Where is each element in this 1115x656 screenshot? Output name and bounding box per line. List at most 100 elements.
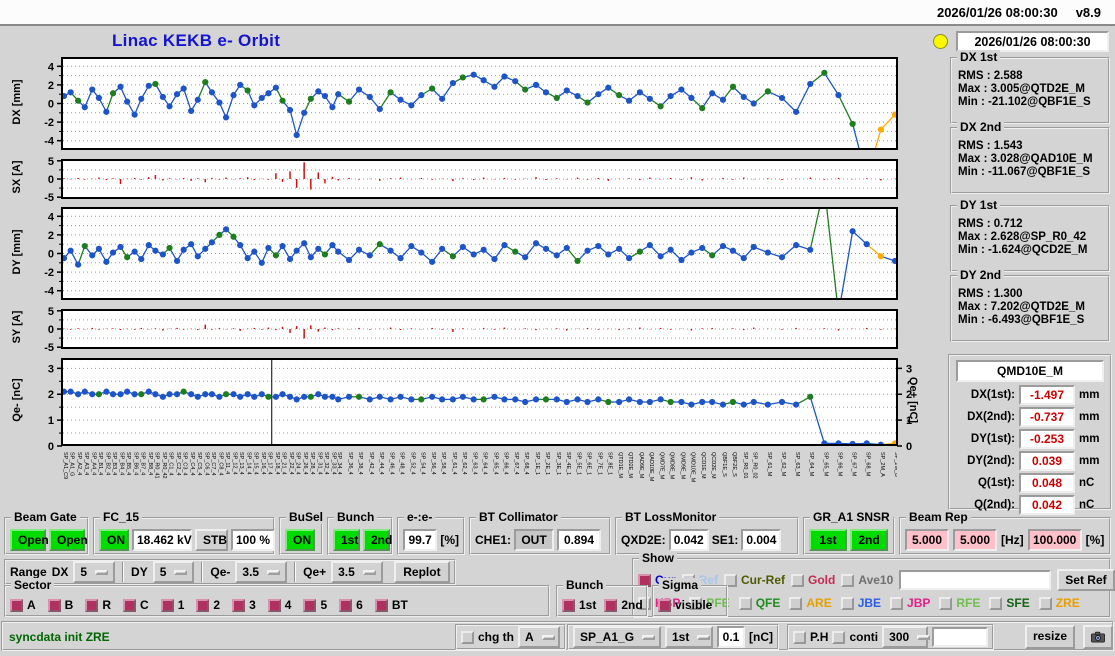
x-axis-label: SP_R0_41: [153, 452, 159, 479]
bunch-dropdown[interactable]: 1st: [665, 626, 713, 648]
fc15-on-button[interactable]: ON: [99, 528, 129, 551]
top-bar-datetime: 2026/01/26 08:00:30: [936, 4, 1058, 20]
sx-plot[interactable]: 5 0 -5: [30, 156, 950, 204]
x-axis-label: SP_6E_1: [586, 452, 592, 475]
x-axis-label: QMD7E_M: [659, 452, 665, 480]
device-dropdown[interactable]: SP_A1_G: [573, 626, 661, 648]
sector-c-checkbox[interactable]: [123, 598, 137, 612]
range-box: Range DX 5 DY 5 Qe- 3.5 Qe+ 3.5 Replot: [4, 559, 456, 585]
sector-6-label: 6: [356, 598, 363, 612]
sector-3-checkbox[interactable]: [232, 598, 246, 612]
stat-row: Max : 3.005@QTD2E_M: [958, 83, 1085, 95]
x-axis-label: SP_C1_4: [168, 452, 174, 476]
x-axis-label: SP_68_4: [523, 452, 529, 475]
bunch-1st-checkbox[interactable]: [562, 598, 575, 612]
stat-row: Min : -1.624@QCD2E_M: [958, 244, 1088, 256]
x-axis-label: SP_28_4: [309, 452, 315, 475]
beam-rep-group: Beam Rep 5.000 5.000 [Hz] 100.000 [%]: [899, 510, 1111, 555]
sector-2-label: 2: [213, 598, 221, 612]
bunch-1st-button[interactable]: 1st: [333, 528, 360, 551]
show-zre-checkbox[interactable]: [1038, 596, 1052, 610]
dx-plot[interactable]: 4 2 0 -2 -4: [30, 57, 950, 150]
show-jbe-checkbox[interactable]: [840, 596, 854, 610]
chg-th-checkbox[interactable]: [461, 630, 474, 644]
ref-file-input[interactable]: [899, 570, 1052, 590]
show-zre-label: ZRE: [1055, 596, 1080, 610]
x-axis-label: SP_34_4: [336, 452, 342, 475]
busel-on-button[interactable]: ON: [285, 528, 315, 551]
svg-text:4: 4: [48, 211, 55, 223]
sector-a-checkbox[interactable]: [10, 598, 23, 612]
chg-th-box: chg th A: [455, 624, 566, 650]
show-gold-label: Gold: [808, 573, 836, 587]
bt-collimator-label: BT Collimator: [476, 510, 561, 524]
range-qep-dropdown[interactable]: 3.5: [331, 561, 383, 583]
range-dy-dropdown[interactable]: 5: [152, 561, 195, 583]
range-dx-label: DX: [51, 565, 69, 579]
svg-text:2: 2: [48, 230, 54, 242]
conti-label: conti: [849, 630, 879, 644]
che1-label: CHE1:: [475, 532, 512, 547]
show-are-checkbox[interactable]: [789, 596, 803, 610]
screenshot-button[interactable]: [1083, 625, 1113, 649]
x-axis-label: SP_14_4: [246, 452, 252, 475]
sector-1-item: 1: [160, 598, 184, 612]
chg-th-dropdown[interactable]: A: [518, 626, 560, 648]
gr-snsr-2nd-button[interactable]: 2nd: [850, 528, 888, 551]
points-dropdown[interactable]: 300: [882, 626, 931, 648]
show-rfe-checkbox[interactable]: [939, 596, 953, 610]
qmd-row: DY(2nd): 0.039 mm: [953, 451, 1107, 471]
fc15-stb-button[interactable]: STB: [195, 528, 228, 551]
beam-gate-open2-button[interactable]: Open: [49, 528, 88, 551]
sector-r-checkbox[interactable]: [85, 598, 99, 612]
x-axis-label: SP_61_M: [766, 452, 772, 477]
replot-button[interactable]: Replot: [393, 561, 450, 583]
range-dx-dropdown[interactable]: 5: [73, 561, 116, 583]
sector-5-checkbox[interactable]: [303, 598, 317, 612]
show-gold-checkbox[interactable]: [791, 573, 805, 587]
resize-button[interactable]: resize: [1025, 625, 1076, 649]
show-jbp-checkbox[interactable]: [890, 596, 904, 610]
sector-1-checkbox[interactable]: [160, 598, 174, 612]
ph-checkbox[interactable]: [793, 630, 806, 644]
x-axis-label: SP_66_M: [836, 452, 842, 477]
x-axis-label: SP_36_4: [347, 452, 353, 475]
sector-bt-checkbox[interactable]: [374, 598, 388, 612]
page-title: Linac KEKB e- Orbit: [112, 31, 281, 50]
x-axis-label: SP_B4_4: [119, 452, 125, 475]
beam-gate-open1-button[interactable]: Open: [10, 528, 49, 551]
stat-row: Max : 2.628@SP_R0_42: [958, 231, 1087, 243]
x-axis-label: SP_2M_A: [879, 452, 885, 477]
set-ref-button[interactable]: Set Ref: [1057, 569, 1115, 591]
conti-checkbox[interactable]: [832, 630, 846, 644]
sy-plot[interactable]: 5 0 -5: [30, 306, 950, 354]
qmd-row-unit: mm: [1079, 455, 1100, 467]
svg-text:-4: -4: [44, 136, 55, 148]
threshold-field[interactable]: 0.1: [717, 626, 745, 648]
x-axis-label: SP_58_4: [440, 452, 446, 475]
show-rfe-item: RFE: [939, 596, 980, 610]
status-input[interactable]: [932, 627, 989, 647]
bunch-2nd-checkbox[interactable]: [604, 598, 618, 612]
bunch-2nd-button[interactable]: 2nd: [363, 528, 392, 551]
qe-axis-title: Qe- [nC]: [11, 378, 23, 422]
show-sfe-item: SFE: [989, 596, 1030, 610]
gr-snsr-label: GR_A1 SNSR: [810, 510, 893, 524]
show-sfe-checkbox[interactable]: [989, 596, 1003, 610]
gr-snsr-1st-button[interactable]: 1st: [809, 528, 847, 551]
x-axis-label: SP_C3_4: [182, 452, 188, 476]
sigma-visible-checkbox[interactable]: [658, 598, 671, 612]
range-qem-dropdown[interactable]: 3.5: [235, 561, 288, 583]
show-qfe-checkbox[interactable]: [738, 596, 752, 610]
show-sfe-label: SFE: [1006, 596, 1030, 610]
beam-gate-group: Beam Gate Open Open: [4, 510, 89, 555]
dy-plot[interactable]: 4 2 0 -2 -4: [30, 207, 950, 300]
show-ave10-checkbox[interactable]: [841, 573, 855, 587]
sector-6-checkbox[interactable]: [339, 598, 353, 612]
svg-text:0: 0: [48, 441, 54, 453]
stat-group-dy-2nd: DY 2nd RMS : 1.300 Max : 7.202@QTD2E_M Min …: [950, 268, 1110, 342]
sector-2-checkbox[interactable]: [196, 598, 210, 612]
sector-b-checkbox[interactable]: [47, 598, 61, 612]
qe-plot[interactable]: 32103210: [30, 358, 950, 453]
sector-4-checkbox[interactable]: [267, 598, 281, 612]
